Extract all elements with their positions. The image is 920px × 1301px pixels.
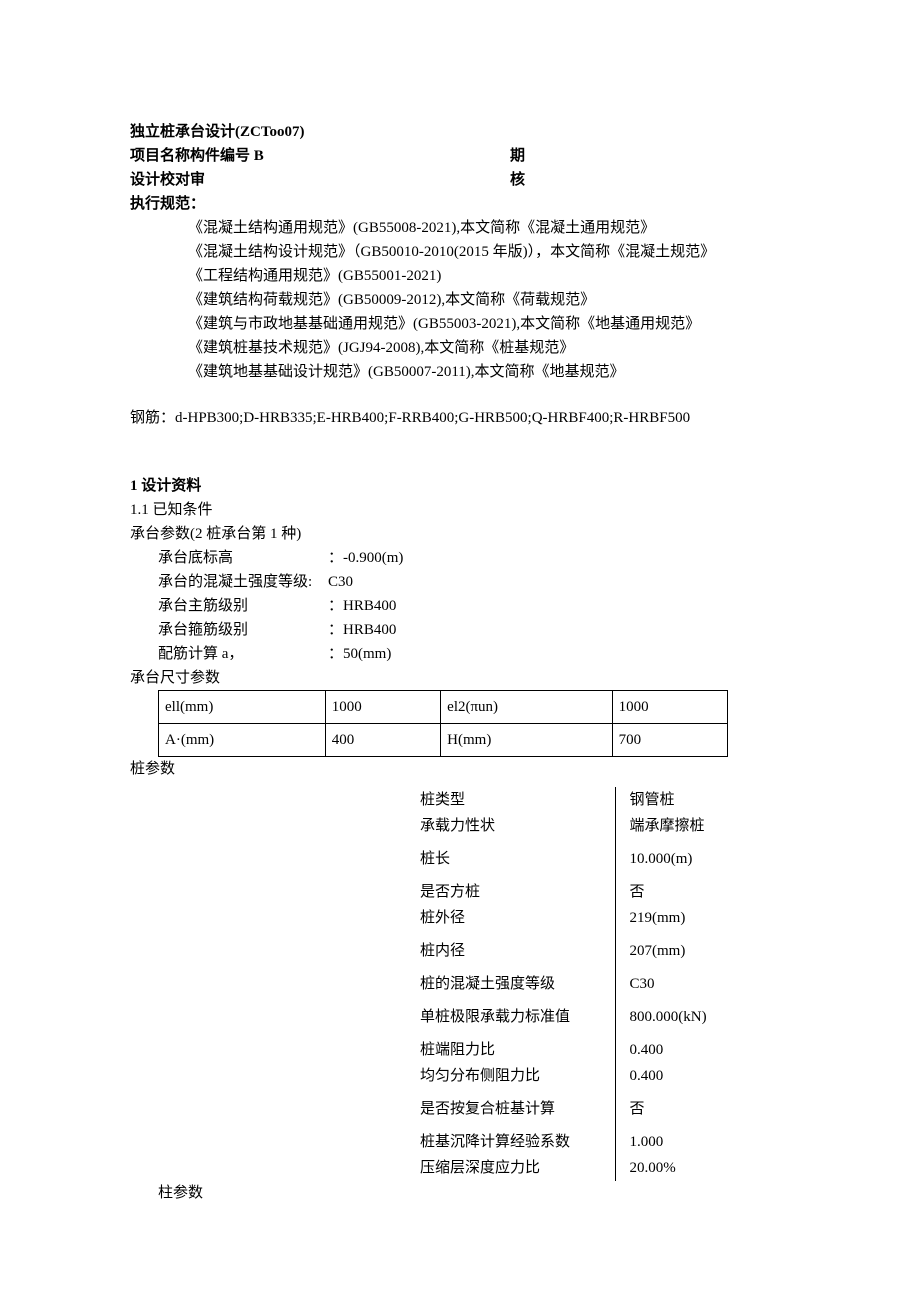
pile-value: 207(mm) — [615, 931, 715, 964]
pile-label: 桩类型 — [420, 787, 615, 813]
pile-row: 桩长10.000(m) — [420, 839, 715, 872]
pile-label: 均匀分布侧阻力比 — [420, 1063, 615, 1089]
spec-item: 《建筑结构荷载规范》(GB50009-2012),本文简称《荷载规范》 — [130, 288, 790, 312]
pile-row: 桩类型钢管桩 — [420, 787, 715, 813]
cell: 1000 — [325, 691, 440, 724]
header-row-3: 设计校对审 核 — [130, 168, 790, 192]
cap-label: 承台箍筋级别 — [158, 618, 328, 642]
cap-value: ：-0.900(m) — [328, 546, 790, 570]
pile-value: 0.400 — [615, 1063, 715, 1089]
pile-table: 桩类型钢管桩 承载力性状端承摩擦桩 桩长10.000(m) 是否方桩否 桩外径2… — [420, 787, 715, 1181]
title: 独立桩承台设计(ZCToo07) — [130, 120, 790, 144]
pile-title: 桩参数 — [130, 757, 790, 781]
pile-value: 800.000(kN) — [615, 997, 715, 1030]
header-design: 设计校对审 — [130, 168, 510, 192]
pile-value: 钢管桩 — [615, 787, 715, 813]
pile-value: 端承摩擦桩 — [615, 813, 715, 839]
pile-row: 桩外径219(mm) — [420, 905, 715, 931]
cap-label: 承台的混凝土强度等级: — [158, 570, 328, 594]
spec-item: 《混凝土结构设计规范》（GB50010-2010(2015 年版)），本文简称《… — [130, 240, 790, 264]
header-check: 核 — [510, 168, 790, 192]
pile-label: 单桩极限承载力标准值 — [420, 997, 615, 1030]
pile-row: 均匀分布侧阻力比0.400 — [420, 1063, 715, 1089]
pile-value: 20.00% — [615, 1155, 715, 1181]
cap-label: 承台主筋级别 — [158, 594, 328, 618]
spec-item: 《工程结构通用规范》(GB55001-2021) — [130, 264, 790, 288]
table-row: ell(mm) 1000 el2(πun) 1000 — [159, 691, 728, 724]
pile-label: 桩外径 — [420, 905, 615, 931]
pile-row: 是否方桩否 — [420, 872, 715, 905]
pile-value: 219(mm) — [615, 905, 715, 931]
cell: 1000 — [612, 691, 727, 724]
dim-title: 承台尺寸参数 — [130, 666, 790, 690]
pile-row: 桩基沉降计算经验系数1.000 — [420, 1122, 715, 1155]
table-row: A·(mm) 400 H(mm) 700 — [159, 724, 728, 757]
pile-label: 压缩层深度应力比 — [420, 1155, 615, 1181]
cell: H(mm) — [441, 724, 612, 757]
cap-row: 承台主筋级别 ：HRB400 — [130, 594, 790, 618]
cap-row: 承台的混凝土强度等级: C30 — [130, 570, 790, 594]
pile-value: 1.000 — [615, 1122, 715, 1155]
cap-row: 配筋计算 a， ：50(mm) — [130, 642, 790, 666]
pile-value: 否 — [615, 1089, 715, 1122]
cap-value: ：50(mm) — [328, 642, 790, 666]
pile-row: 压缩层深度应力比20.00% — [420, 1155, 715, 1181]
pile-value: C30 — [615, 964, 715, 997]
cap-row: 承台箍筋级别 ：HRB400 — [130, 618, 790, 642]
pile-row: 桩内径207(mm) — [420, 931, 715, 964]
pile-label: 是否方桩 — [420, 872, 615, 905]
pile-row: 承载力性状端承摩擦桩 — [420, 813, 715, 839]
pile-label: 桩长 — [420, 839, 615, 872]
rebar-line: 钢筋：d-HPB300;D-HRB335;E-HRB400;F-RRB400;G… — [130, 406, 790, 430]
col-title: 柱参数 — [130, 1181, 790, 1205]
pile-row: 是否按复合桩基计算否 — [420, 1089, 715, 1122]
pile-label: 承载力性状 — [420, 813, 615, 839]
cap-value: ：HRB400 — [328, 594, 790, 618]
pile-label: 桩内径 — [420, 931, 615, 964]
pile-label: 桩基沉降计算经验系数 — [420, 1122, 615, 1155]
spec-item: 《建筑地基基础设计规范》(GB50007-2011),本文简称《地基规范》 — [130, 360, 790, 384]
dim-table: ell(mm) 1000 el2(πun) 1000 A·(mm) 400 H(… — [158, 690, 728, 757]
spec-item: 《混凝土结构通用规范》(GB55008-2021),本文简称《混凝土通用规范》 — [130, 216, 790, 240]
pile-label: 桩端阻力比 — [420, 1030, 615, 1063]
spec-item: 《建筑桩基技术规范》(JGJ94-2008),本文简称《桩基规范》 — [130, 336, 790, 360]
cell: A·(mm) — [159, 724, 326, 757]
pile-value: 10.000(m) — [615, 839, 715, 872]
pile-label: 是否按复合桩基计算 — [420, 1089, 615, 1122]
pile-row: 单桩极限承载力标准值800.000(kN) — [420, 997, 715, 1030]
pile-row: 桩端阻力比0.400 — [420, 1030, 715, 1063]
specs-title: 执行规范： — [130, 192, 790, 216]
spec-item: 《建筑与市政地基基础通用规范》(GB55003-2021),本文简称《地基通用规… — [130, 312, 790, 336]
pile-row: 桩的混凝土强度等级C30 — [420, 964, 715, 997]
cap-value: ：HRB400 — [328, 618, 790, 642]
cap-row: 承台底标高 ：-0.900(m) — [130, 546, 790, 570]
pile-value: 否 — [615, 872, 715, 905]
cell: ell(mm) — [159, 691, 326, 724]
cap-value: C30 — [328, 570, 790, 594]
header-row-2: 项目名称构件编号 B 期 — [130, 144, 790, 168]
cap-label: 配筋计算 a， — [158, 642, 328, 666]
section1-title: 1 设计资料 — [130, 474, 790, 498]
header-period: 期 — [510, 144, 790, 168]
cap-params-title: 承台参数(2 桩承台第 1 种) — [130, 522, 790, 546]
cell: el2(πun) — [441, 691, 612, 724]
section1-sub: 1.1 已知条件 — [130, 498, 790, 522]
cell: 400 — [325, 724, 440, 757]
pile-value: 0.400 — [615, 1030, 715, 1063]
cell: 700 — [612, 724, 727, 757]
pile-label: 桩的混凝土强度等级 — [420, 964, 615, 997]
header-proj: 项目名称构件编号 B — [130, 144, 510, 168]
cap-label: 承台底标高 — [158, 546, 328, 570]
